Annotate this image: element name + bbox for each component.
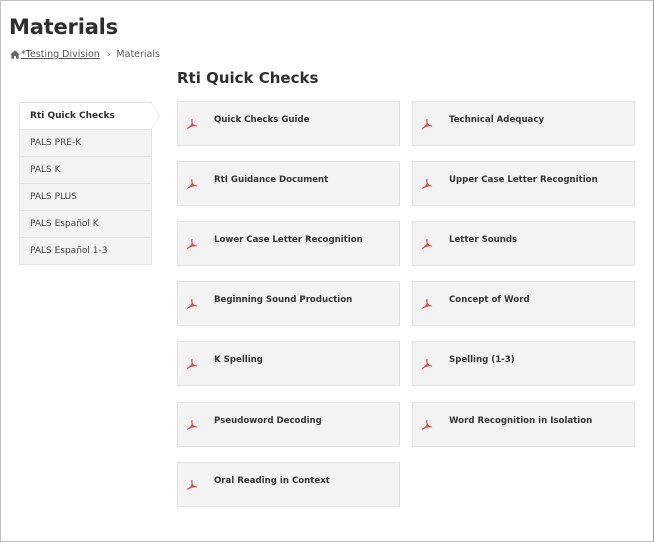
document-title: Spelling (1-3) bbox=[449, 355, 515, 365]
document-card[interactable]: Concept of Word bbox=[412, 281, 635, 326]
sidebar-item-rti-quick-checks[interactable]: Rti Quick Checks bbox=[20, 102, 160, 130]
document-card[interactable]: Technical Adequacy bbox=[412, 101, 635, 146]
document-title: Pseudoword Decoding bbox=[214, 416, 322, 426]
document-title: Concept of Word bbox=[449, 295, 530, 305]
pdf-icon bbox=[186, 119, 198, 129]
document-card[interactable]: Letter Sounds bbox=[412, 221, 635, 266]
document-title: Quick Checks Guide bbox=[214, 115, 310, 125]
pdf-icon bbox=[421, 359, 433, 369]
document-card[interactable]: Oral Reading in Context bbox=[177, 462, 400, 507]
document-title: Word Recognition in Isolation bbox=[449, 416, 593, 426]
document-card[interactable]: Beginning Sound Production bbox=[177, 281, 400, 326]
pdf-icon bbox=[186, 359, 198, 369]
document-title: Technical Adequacy bbox=[449, 115, 545, 125]
document-card[interactable]: K Spelling bbox=[177, 341, 400, 386]
pdf-icon bbox=[421, 179, 433, 189]
document-title: Oral Reading in Context bbox=[214, 476, 330, 486]
pdf-icon bbox=[186, 299, 198, 309]
document-title: Letter Sounds bbox=[449, 235, 518, 245]
pdf-icon bbox=[186, 239, 198, 249]
breadcrumb-link-division[interactable]: *Testing Division bbox=[21, 49, 100, 60]
pdf-icon bbox=[421, 239, 433, 249]
document-card[interactable]: Spelling (1-3) bbox=[412, 341, 635, 386]
sidebar-item-pals-espanol-k[interactable]: PALS Español K bbox=[20, 211, 151, 238]
pdf-icon bbox=[421, 420, 433, 430]
document-title: Lower Case Letter Recognition bbox=[214, 235, 363, 245]
page-title: Materials bbox=[9, 15, 118, 39]
sidebar-item-pals-pre-k[interactable]: PALS PRE-K bbox=[20, 130, 151, 157]
document-card[interactable]: RtI Guidance Document bbox=[177, 161, 400, 206]
breadcrumb-separator: › bbox=[106, 49, 111, 60]
breadcrumb: *Testing Division › Materials bbox=[10, 49, 160, 60]
document-card[interactable]: Pseudoword Decoding bbox=[177, 402, 400, 447]
document-title: RtI Guidance Document bbox=[214, 175, 329, 185]
document-card[interactable]: Lower Case Letter Recognition bbox=[177, 221, 400, 266]
document-title: Beginning Sound Production bbox=[214, 295, 353, 305]
sidebar-item-pals-plus[interactable]: PALS PLUS bbox=[20, 184, 151, 211]
section-title: Rti Quick Checks bbox=[177, 69, 319, 87]
document-title: Upper Case Letter Recognition bbox=[449, 175, 598, 185]
sidebar-nav: Rti Quick Checks PALS PRE-K PALS K PALS … bbox=[19, 102, 160, 265]
document-title: K Spelling bbox=[214, 355, 263, 365]
document-card[interactable]: Word Recognition in Isolation bbox=[412, 402, 635, 447]
sidebar-item-pals-k[interactable]: PALS K bbox=[20, 157, 151, 184]
page-frame: Materials *Testing Division › Materials … bbox=[0, 0, 654, 542]
pdf-icon bbox=[421, 119, 433, 129]
breadcrumb-current: Materials bbox=[116, 49, 160, 60]
document-card[interactable]: Upper Case Letter Recognition bbox=[412, 161, 635, 206]
home-icon[interactable] bbox=[10, 50, 20, 59]
document-card[interactable]: Quick Checks Guide bbox=[177, 101, 400, 146]
pdf-icon bbox=[186, 179, 198, 189]
pdf-icon bbox=[186, 420, 198, 430]
pdf-icon bbox=[421, 299, 433, 309]
sidebar-item-pals-espanol-1-3[interactable]: PALS Español 1-3 bbox=[20, 238, 151, 265]
pdf-icon bbox=[186, 480, 198, 490]
